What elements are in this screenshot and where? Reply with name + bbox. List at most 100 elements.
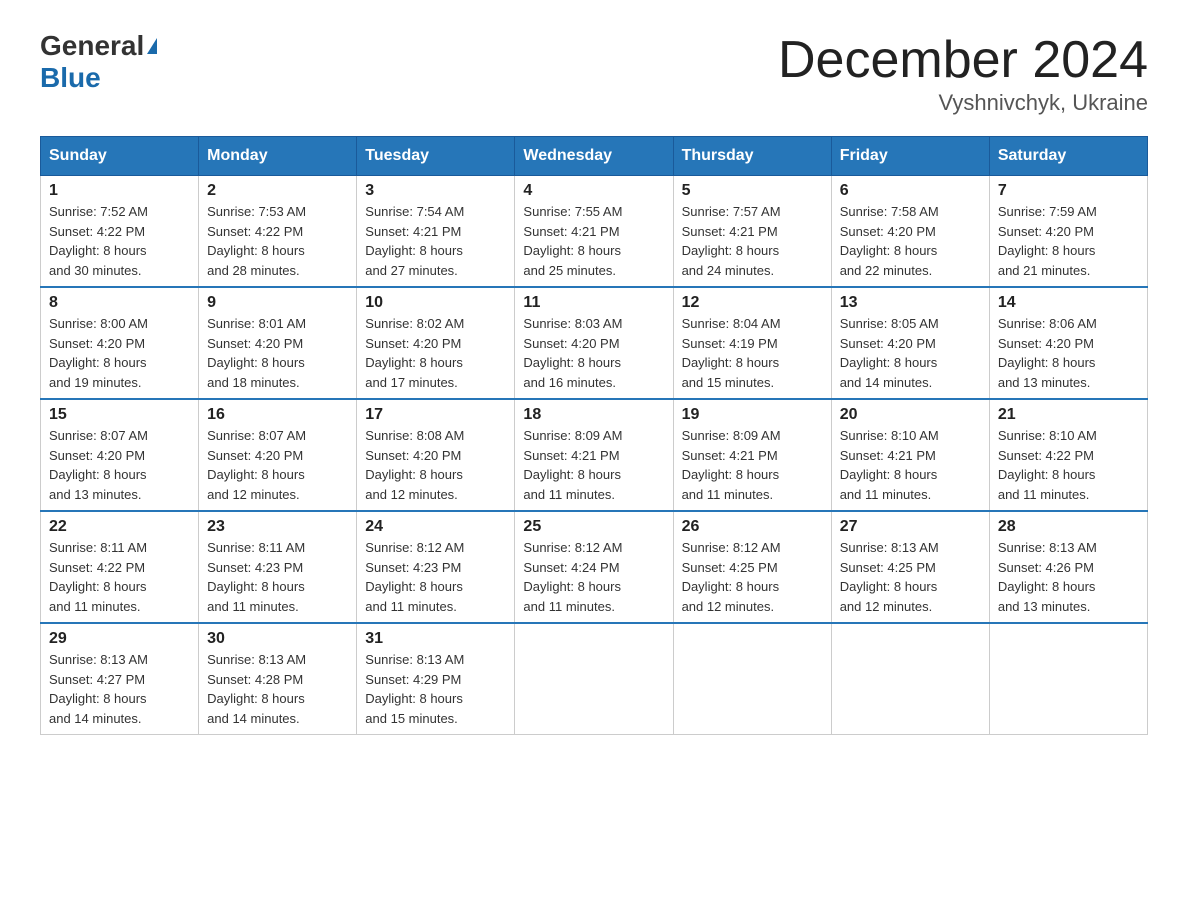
- header-cell-thursday: Thursday: [673, 137, 831, 176]
- day-number: 1: [49, 182, 190, 200]
- day-info: Sunrise: 8:13 AM Sunset: 4:28 PM Dayligh…: [207, 652, 306, 726]
- day-info: Sunrise: 8:03 AM Sunset: 4:20 PM Dayligh…: [523, 316, 622, 390]
- day-cell: 15 Sunrise: 8:07 AM Sunset: 4:20 PM Dayli…: [41, 399, 199, 511]
- day-cell: 9Sunrise: 8:01 AM Sunset: 4:20 PM Daylig…: [199, 287, 357, 399]
- calendar-title: December 2024: [778, 30, 1148, 90]
- day-cell: 24 Sunrise: 8:12 AM Sunset: 4:23 PM Dayli…: [357, 511, 515, 623]
- day-number: 6: [840, 182, 981, 200]
- day-info: Sunrise: 8:01 AM Sunset: 4:20 PM Dayligh…: [207, 316, 306, 390]
- day-number: 14: [998, 294, 1139, 312]
- day-number: 29: [49, 630, 190, 648]
- day-cell: 26 Sunrise: 8:12 AM Sunset: 4:25 PM Dayli…: [673, 511, 831, 623]
- day-cell: 23Sunrise: 8:11 AM Sunset: 4:23 PM Dayli…: [199, 511, 357, 623]
- day-info: Sunrise: 8:08 AM Sunset: 4:20 PM Dayligh…: [365, 428, 464, 502]
- day-info: Sunrise: 8:11 AM Sunset: 4:22 PM Dayligh…: [49, 540, 147, 614]
- logo-blue: Blue: [40, 62, 101, 94]
- day-number: 18: [523, 406, 664, 424]
- day-number: 15: [49, 406, 190, 424]
- day-number: 13: [840, 294, 981, 312]
- day-cell: 11 Sunrise: 8:03 AM Sunset: 4:20 PM Dayli…: [515, 287, 673, 399]
- day-number: 22: [49, 518, 190, 536]
- day-cell: 5Sunrise: 7:57 AM Sunset: 4:21 PM Daylig…: [673, 176, 831, 288]
- title-area: December 2024 Vyshnivchyk, Ukraine: [778, 30, 1148, 116]
- day-number: 2: [207, 182, 348, 200]
- day-number: 25: [523, 518, 664, 536]
- header-cell-sunday: Sunday: [41, 137, 199, 176]
- day-cell: 31Sunrise: 8:13 AM Sunset: 4:29 PM Dayli…: [357, 623, 515, 735]
- day-info: Sunrise: 8:11 AM Sunset: 4:23 PM Dayligh…: [207, 540, 305, 614]
- day-info: Sunrise: 7:59 AM Sunset: 4:20 PM Dayligh…: [998, 204, 1097, 278]
- day-cell: 19Sunrise: 8:09 AM Sunset: 4:21 PM Dayli…: [673, 399, 831, 511]
- day-info: Sunrise: 8:10 AM Sunset: 4:22 PM Dayligh…: [998, 428, 1097, 502]
- day-info: Sunrise: 8:09 AM Sunset: 4:21 PM Dayligh…: [682, 428, 781, 502]
- day-cell: 13 Sunrise: 8:05 AM Sunset: 4:20 PM Dayli…: [831, 287, 989, 399]
- day-info: Sunrise: 7:52 AM Sunset: 4:22 PM Dayligh…: [49, 204, 148, 278]
- day-number: 11: [523, 294, 664, 312]
- day-info: Sunrise: 8:13 AM Sunset: 4:27 PM Dayligh…: [49, 652, 148, 726]
- logo-triangle-icon: [147, 38, 157, 54]
- day-cell: 30 Sunrise: 8:13 AM Sunset: 4:28 PM Dayli…: [199, 623, 357, 735]
- day-cell: 2 Sunrise: 7:53 AM Sunset: 4:22 PM Daylig…: [199, 176, 357, 288]
- day-info: Sunrise: 8:00 AM Sunset: 4:20 PM Dayligh…: [49, 316, 148, 390]
- header: General Blue December 2024 Vyshnivchyk, …: [40, 30, 1148, 116]
- day-cell: 10Sunrise: 8:02 AM Sunset: 4:20 PM Dayli…: [357, 287, 515, 399]
- day-number: 16: [207, 406, 348, 424]
- day-number: 21: [998, 406, 1139, 424]
- day-info: Sunrise: 8:13 AM Sunset: 4:25 PM Dayligh…: [840, 540, 939, 614]
- day-cell: 21 Sunrise: 8:10 AM Sunset: 4:22 PM Dayli…: [989, 399, 1147, 511]
- day-cell: 29 Sunrise: 8:13 AM Sunset: 4:27 PM Dayli…: [41, 623, 199, 735]
- header-cell-monday: Monday: [199, 137, 357, 176]
- day-number: 30: [207, 630, 348, 648]
- day-cell: 12Sunrise: 8:04 AM Sunset: 4:19 PM Dayli…: [673, 287, 831, 399]
- day-number: 28: [998, 518, 1139, 536]
- day-info: Sunrise: 8:09 AM Sunset: 4:21 PM Dayligh…: [523, 428, 622, 502]
- day-info: Sunrise: 7:54 AM Sunset: 4:21 PM Dayligh…: [365, 204, 464, 278]
- day-info: Sunrise: 8:06 AM Sunset: 4:20 PM Dayligh…: [998, 316, 1097, 390]
- day-cell: 3 Sunrise: 7:54 AM Sunset: 4:21 PM Daylig…: [357, 176, 515, 288]
- day-info: Sunrise: 8:12 AM Sunset: 4:23 PM Dayligh…: [365, 540, 464, 614]
- day-cell: 4Sunrise: 7:55 AM Sunset: 4:21 PM Daylig…: [515, 176, 673, 288]
- day-number: 10: [365, 294, 506, 312]
- calendar-table: SundayMondayTuesdayWednesdayThursdayFrid…: [40, 136, 1148, 735]
- day-cell: 28 Sunrise: 8:13 AM Sunset: 4:26 PM Dayli…: [989, 511, 1147, 623]
- day-number: 8: [49, 294, 190, 312]
- day-number: 27: [840, 518, 981, 536]
- day-cell: 22 Sunrise: 8:11 AM Sunset: 4:22 PM Dayli…: [41, 511, 199, 623]
- header-row: SundayMondayTuesdayWednesdayThursdayFrid…: [41, 137, 1148, 176]
- day-number: 17: [365, 406, 506, 424]
- day-cell: 7Sunrise: 7:59 AM Sunset: 4:20 PM Daylig…: [989, 176, 1147, 288]
- day-info: Sunrise: 8:13 AM Sunset: 4:26 PM Dayligh…: [998, 540, 1097, 614]
- day-cell: 8 Sunrise: 8:00 AM Sunset: 4:20 PM Daylig…: [41, 287, 199, 399]
- header-cell-tuesday: Tuesday: [357, 137, 515, 176]
- header-cell-saturday: Saturday: [989, 137, 1147, 176]
- week-row-3: 15 Sunrise: 8:07 AM Sunset: 4:20 PM Dayli…: [41, 399, 1148, 511]
- calendar-subtitle: Vyshnivchyk, Ukraine: [778, 90, 1148, 116]
- day-info: Sunrise: 8:12 AM Sunset: 4:24 PM Dayligh…: [523, 540, 622, 614]
- day-cell: [989, 623, 1147, 735]
- day-cell: 18 Sunrise: 8:09 AM Sunset: 4:21 PM Dayli…: [515, 399, 673, 511]
- day-cell: 14 Sunrise: 8:06 AM Sunset: 4:20 PM Dayli…: [989, 287, 1147, 399]
- day-info: Sunrise: 7:53 AM Sunset: 4:22 PM Dayligh…: [207, 204, 306, 278]
- day-cell: 25 Sunrise: 8:12 AM Sunset: 4:24 PM Dayli…: [515, 511, 673, 623]
- week-row-1: 1 Sunrise: 7:52 AM Sunset: 4:22 PM Daylig…: [41, 176, 1148, 288]
- week-row-2: 8 Sunrise: 8:00 AM Sunset: 4:20 PM Daylig…: [41, 287, 1148, 399]
- day-info: Sunrise: 8:12 AM Sunset: 4:25 PM Dayligh…: [682, 540, 781, 614]
- day-cell: 1 Sunrise: 7:52 AM Sunset: 4:22 PM Daylig…: [41, 176, 199, 288]
- day-info: Sunrise: 8:05 AM Sunset: 4:20 PM Dayligh…: [840, 316, 939, 390]
- day-info: Sunrise: 7:55 AM Sunset: 4:21 PM Dayligh…: [523, 204, 622, 278]
- day-info: Sunrise: 8:07 AM Sunset: 4:20 PM Dayligh…: [49, 428, 148, 502]
- day-cell: 27 Sunrise: 8:13 AM Sunset: 4:25 PM Dayli…: [831, 511, 989, 623]
- day-number: 5: [682, 182, 823, 200]
- day-cell: 16 Sunrise: 8:07 AM Sunset: 4:20 PM Dayli…: [199, 399, 357, 511]
- logo: General Blue: [40, 30, 157, 94]
- day-number: 3: [365, 182, 506, 200]
- day-number: 26: [682, 518, 823, 536]
- day-info: Sunrise: 7:58 AM Sunset: 4:20 PM Dayligh…: [840, 204, 939, 278]
- day-cell: [515, 623, 673, 735]
- day-info: Sunrise: 8:07 AM Sunset: 4:20 PM Dayligh…: [207, 428, 306, 502]
- day-number: 24: [365, 518, 506, 536]
- day-cell: 6 Sunrise: 7:58 AM Sunset: 4:20 PM Daylig…: [831, 176, 989, 288]
- day-info: Sunrise: 8:13 AM Sunset: 4:29 PM Dayligh…: [365, 652, 464, 726]
- day-number: 12: [682, 294, 823, 312]
- day-cell: 20Sunrise: 8:10 AM Sunset: 4:21 PM Dayli…: [831, 399, 989, 511]
